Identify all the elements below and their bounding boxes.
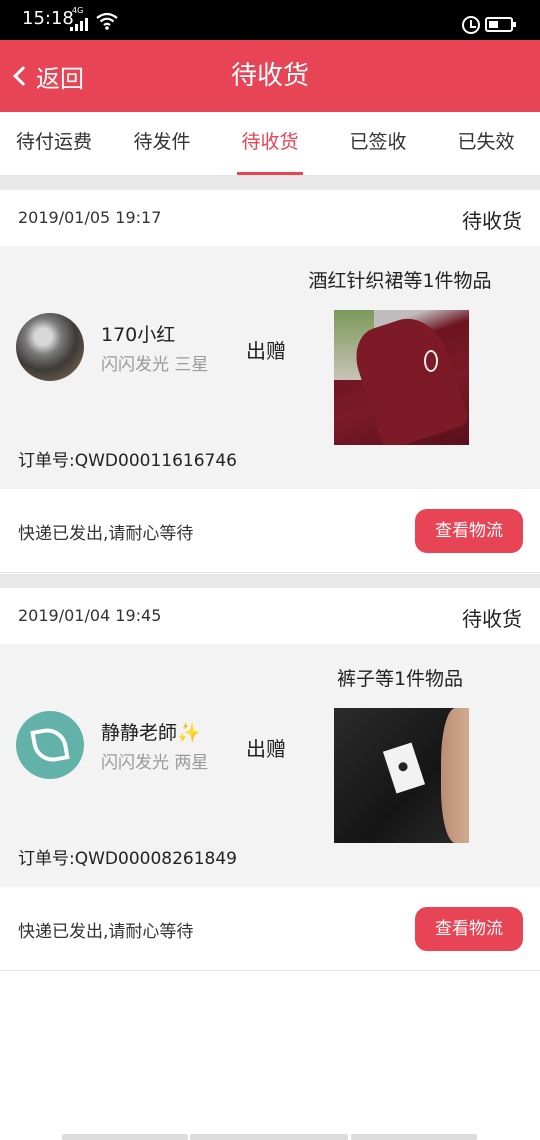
nav-hint-bar <box>62 1134 188 1140</box>
user-level: 闪闪发光 三星 <box>101 355 209 375</box>
order-footer: 快递已发出,请耐心等待 查看物流 <box>0 887 540 971</box>
order-action: 出赠 <box>246 339 286 363</box>
tab-expired[interactable]: 已失效 <box>432 112 540 175</box>
order-number: 订单号:QWD00011616746 <box>18 446 237 471</box>
item-title: 酒红针织裙等1件物品 <box>308 270 492 292</box>
item-photo[interactable] <box>334 310 469 445</box>
shipping-note: 快递已发出,请耐心等待 <box>18 524 194 544</box>
battery-icon <box>485 17 516 32</box>
view-logistics-button[interactable]: 查看物流 <box>415 907 523 951</box>
user-name: 静静老師✨ <box>101 722 201 744</box>
order-number-label: 订单号: <box>18 451 75 471</box>
order-footer: 快递已发出,请耐心等待 查看物流 <box>0 489 540 573</box>
order-number: 订单号:QWD00008261849 <box>18 844 237 869</box>
order-detail[interactable]: 静静老師✨ 闪闪发光 两星 出赠 裤子等1件物品 订单号:QWD00008261… <box>0 644 540 887</box>
order-status: 待收货 <box>462 209 522 233</box>
order-status: 待收货 <box>462 607 522 631</box>
order-tabs: 待付运费 待发件 待收货 已签收 已失效 <box>0 112 540 176</box>
app-header: 返回 待收货 <box>0 40 540 112</box>
order-number-value: QWD00008261849 <box>74 849 237 869</box>
view-logistics-button[interactable]: 查看物流 <box>415 509 523 553</box>
user-level: 闪闪发光 两星 <box>101 753 209 773</box>
tab-to-ship[interactable]: 待发件 <box>108 112 216 175</box>
order-detail[interactable]: 170小红 闪闪发光 三星 出赠 酒红针织裙等1件物品 订单号:QWD00011… <box>0 246 540 489</box>
network-type: 4G <box>72 6 84 15</box>
order-number-label: 订单号: <box>18 849 75 869</box>
order-card: 2019/01/04 19:45 待收货 静静老師✨ 闪闪发光 两星 出赠 裤子… <box>0 588 540 972</box>
order-date: 2019/01/04 19:45 <box>18 606 162 625</box>
avatar[interactable] <box>16 313 84 381</box>
wifi-icon <box>96 12 118 30</box>
alarm-icon <box>462 16 480 34</box>
tab-pending-shipping-fee[interactable]: 待付运费 <box>0 112 108 175</box>
tab-to-receive[interactable]: 待收货 <box>216 112 324 175</box>
order-card: 2019/01/05 19:17 待收货 170小红 闪闪发光 三星 出赠 酒红… <box>0 190 540 574</box>
nav-hint-bar <box>190 1134 348 1140</box>
status-time: 15:18 <box>22 8 74 29</box>
section-divider <box>0 176 540 190</box>
order-header: 2019/01/04 19:45 待收货 <box>0 588 540 644</box>
order-number-value: QWD00011616746 <box>74 451 237 471</box>
signal-icon <box>70 17 92 31</box>
nav-hint-bar <box>351 1134 477 1140</box>
section-divider <box>0 574 540 588</box>
shipping-note: 快递已发出,请耐心等待 <box>18 922 194 942</box>
status-bar: 15:18 4G <box>0 0 540 40</box>
avatar[interactable] <box>16 711 84 779</box>
user-name: 170小红 <box>101 324 176 346</box>
order-action: 出赠 <box>246 737 286 761</box>
leaf-icon <box>30 725 70 765</box>
order-date: 2019/01/05 19:17 <box>18 208 162 227</box>
tab-received[interactable]: 已签收 <box>324 112 432 175</box>
page-title: 待收货 <box>230 61 309 91</box>
item-title: 裤子等1件物品 <box>336 668 464 690</box>
order-header: 2019/01/05 19:17 待收货 <box>0 190 540 246</box>
item-photo[interactable] <box>334 708 469 843</box>
